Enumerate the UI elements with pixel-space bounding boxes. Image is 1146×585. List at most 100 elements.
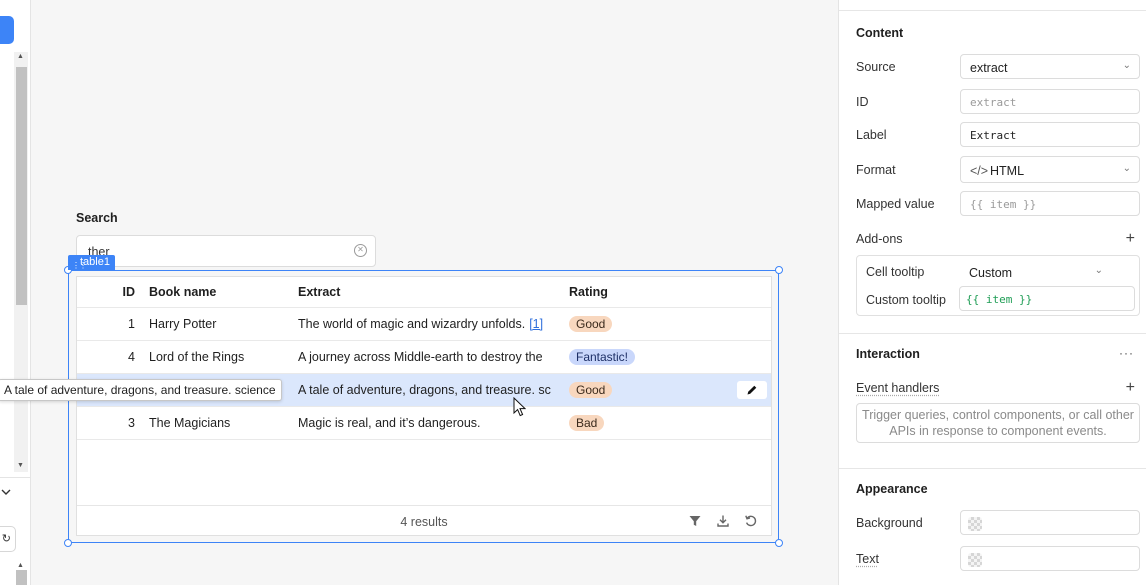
reset-icon: [745, 515, 757, 527]
rating-tag: Good: [569, 382, 613, 398]
divider: [839, 333, 1146, 334]
cell-book-name: The Magicians: [149, 416, 231, 430]
results-count: 4 results: [400, 515, 448, 529]
source-select[interactable]: extract ⌄: [960, 54, 1140, 79]
format-label: Format: [856, 163, 896, 177]
text-color-label: Text: [856, 552, 879, 566]
table-row[interactable]: 1 Harry Potter The world of magic and wi…: [77, 308, 771, 341]
background-label: Background: [856, 516, 923, 530]
cell-extract: A journey across Middle-earth to destroy…: [298, 350, 543, 364]
left-scrollbar-thumb-lower[interactable]: [16, 570, 27, 585]
table-header-row: ID Book name Extract Rating: [77, 277, 771, 308]
label-input[interactable]: Extract: [960, 122, 1140, 147]
pencil-icon: [747, 385, 757, 395]
reset-button[interactable]: [744, 514, 758, 528]
mouse-cursor-icon: [513, 396, 527, 420]
cell-id: 1: [128, 317, 135, 331]
table-footer: 4 results: [77, 505, 771, 536]
drag-grip-icon[interactable]: ⋮⋮: [72, 258, 87, 273]
column-header-extract[interactable]: Extract: [298, 277, 554, 307]
addon-cell-tooltip: Cell tooltip Custom ⌄ Custom tooltip {{ …: [856, 255, 1140, 316]
add-event-handler-button[interactable]: +: [1126, 380, 1135, 396]
rating-tag: Good: [569, 316, 613, 332]
cell-tooltip: A tale of adventure, dragons, and treasu…: [0, 379, 282, 401]
transparent-swatch-icon: [968, 517, 982, 531]
cell-id: 3: [128, 416, 135, 430]
cell-book-name: Lord of the Rings: [149, 350, 245, 364]
code-icon: </>: [970, 164, 989, 178]
search-input[interactable]: ther ✕: [76, 235, 376, 267]
column-header-id[interactable]: ID: [99, 277, 136, 307]
scroll-down-arrow-icon[interactable]: ▼: [17, 462, 24, 469]
table-row[interactable]: 3 The Magicians Magic is real, and it’s …: [77, 407, 771, 440]
custom-tooltip-value: {{ item }}: [966, 293, 1033, 306]
chevron-down-icon[interactable]: [0, 486, 12, 501]
edit-row-button[interactable]: [737, 381, 767, 399]
resize-handle-top-right[interactable]: [775, 266, 783, 274]
mapped-value-placeholder: {{ item }}: [970, 198, 1037, 211]
chevron-down-icon: ⌄: [1094, 265, 1103, 276]
more-options-icon[interactable]: ···: [1119, 346, 1134, 360]
scroll-up-arrow-icon[interactable]: ▲: [17, 562, 24, 569]
cell-tooltip-value: Custom: [969, 266, 1013, 280]
id-label: ID: [856, 95, 869, 109]
format-value: HTML: [990, 164, 1025, 178]
scroll-up-arrow-icon[interactable]: ▲: [17, 53, 24, 60]
filter-icon: [689, 516, 701, 526]
table-row[interactable]: 4 Lord of the Rings A journey across Mid…: [77, 341, 771, 374]
left-sidebar-strip: ▲ ▼ ↻ ▲: [0, 0, 31, 585]
data-table: ID Book name Extract Rating 1 Harry Pott…: [76, 276, 772, 536]
content-section-title[interactable]: Content: [856, 26, 903, 40]
download-icon: [717, 515, 729, 527]
clear-icon[interactable]: ✕: [354, 244, 367, 257]
download-button[interactable]: [716, 514, 730, 528]
id-input[interactable]: extract: [960, 89, 1140, 114]
event-handlers-label: Event handlers: [856, 381, 940, 395]
text-color-input[interactable]: [960, 546, 1140, 571]
transparent-swatch-icon: [968, 553, 982, 567]
label-input-value: Extract: [970, 129, 1017, 142]
format-select[interactable]: </> HTML ⌄: [960, 156, 1140, 183]
chevron-down-icon: ⌄: [1122, 163, 1131, 174]
column-header-book-name[interactable]: Book name: [149, 277, 289, 307]
cell-rating: Good: [569, 308, 689, 340]
resize-handle-bottom-right[interactable]: [775, 539, 783, 547]
interaction-section-title[interactable]: Interaction: [856, 347, 920, 361]
cell-rating: Bad: [569, 407, 689, 439]
cell-rating: Good: [569, 374, 689, 406]
resize-handle-bottom-left[interactable]: [64, 539, 72, 547]
event-handlers-empty-state: Trigger queries, control components, or …: [856, 403, 1140, 443]
custom-tooltip-label: Custom tooltip: [866, 293, 946, 307]
cell-tooltip-select[interactable]: Custom ⌄: [959, 259, 1134, 284]
refresh-icon: ↻: [1, 533, 11, 545]
footnote-link[interactable]: [1]: [529, 317, 543, 331]
component-name-tag[interactable]: ⋮⋮ table1: [68, 255, 115, 270]
rating-tag: Fantastic!: [569, 349, 636, 365]
custom-tooltip-input[interactable]: {{ item }}: [959, 286, 1135, 311]
cell-book-name: Harry Potter: [149, 317, 217, 331]
source-label: Source: [856, 60, 896, 74]
cell-rating: Fantastic!: [569, 341, 689, 373]
inspector-panel: Content Source extract ⌄ ID extract Labe…: [838, 0, 1146, 585]
left-scrollbar-thumb[interactable]: [16, 67, 27, 305]
background-color-input[interactable]: [960, 510, 1140, 535]
search-label: Search: [76, 211, 118, 225]
cell-tooltip-label: Cell tooltip: [866, 265, 925, 279]
add-addon-button[interactable]: +: [1126, 231, 1135, 247]
id-input-placeholder: extract: [970, 96, 1017, 109]
extract-text: The world of magic and wizardry unfolds.: [298, 317, 526, 331]
label-label: Label: [856, 128, 887, 142]
column-header-rating[interactable]: Rating: [569, 277, 689, 307]
appearance-section-title[interactable]: Appearance: [856, 482, 928, 496]
mapped-value-input[interactable]: {{ item }}: [960, 191, 1140, 216]
addons-label: Add-ons: [856, 232, 903, 246]
source-value: extract: [970, 61, 1008, 75]
filter-button[interactable]: [688, 514, 702, 528]
mapped-value-label: Mapped value: [856, 197, 935, 211]
refresh-button[interactable]: ↻: [0, 526, 16, 552]
chevron-down-icon: ⌄: [1122, 60, 1131, 71]
divider: [839, 10, 1146, 11]
divider: [839, 468, 1146, 469]
left-action-button[interactable]: [0, 16, 14, 44]
rating-tag: Bad: [569, 415, 605, 431]
